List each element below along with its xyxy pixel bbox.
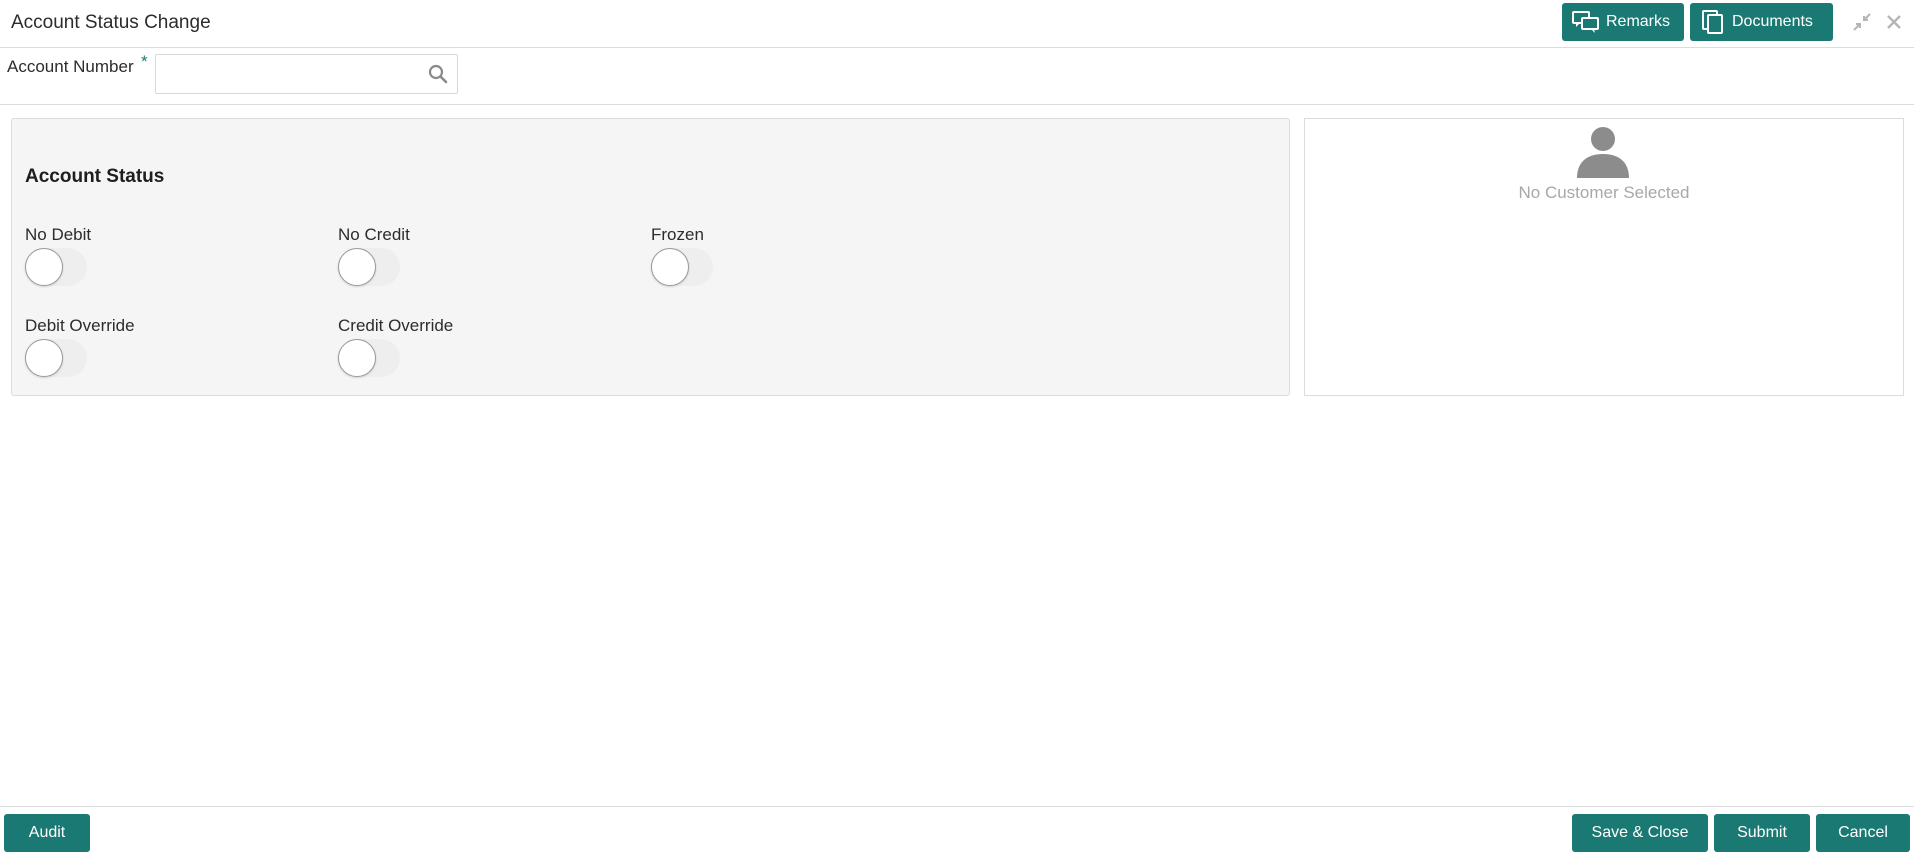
audit-button[interactable]: Audit (4, 814, 90, 852)
remarks-button[interactable]: Remarks (1562, 3, 1684, 41)
cancel-button[interactable]: Cancel (1816, 814, 1910, 852)
no-credit-toggle[interactable] (338, 248, 400, 286)
user-silhouette-icon (1577, 127, 1629, 178)
customer-panel: No Customer Selected (1304, 118, 1904, 396)
page-title: Account Status Change (11, 12, 211, 33)
debit-override-field: Debit Override (25, 316, 135, 377)
required-marker: * (141, 52, 148, 71)
no-debit-toggle[interactable] (25, 248, 87, 286)
footer-bar: Audit Save & Close Submit Cancel (0, 806, 1914, 854)
frozen-toggle[interactable] (651, 248, 713, 286)
toggle-knob (651, 248, 689, 286)
debit-override-toggle[interactable] (25, 339, 87, 377)
no-customer-text: No Customer Selected (1518, 183, 1690, 202)
chat-bubbles-icon (1572, 11, 1599, 33)
account-number-label: Account Number (7, 57, 134, 76)
toggle-knob (338, 248, 376, 286)
window-header: Account Status Change Remarks Documents (0, 0, 1914, 48)
no-debit-label: No Debit (25, 225, 92, 244)
account-status-title: Account Status (25, 166, 165, 187)
toggle-knob (25, 248, 63, 286)
account-status-panel: Account Status No Debit No Credit Frozen… (11, 118, 1290, 396)
documents-label: Documents (1732, 13, 1813, 30)
frozen-field: Frozen (651, 225, 713, 286)
collapse-arrows-icon[interactable] (1851, 11, 1873, 33)
frozen-label: Frozen (651, 225, 704, 244)
toggle-knob (338, 339, 376, 377)
debit-override-label: Debit Override (25, 316, 135, 335)
account-number-row: Account Number * (0, 48, 1914, 105)
submit-button[interactable]: Submit (1714, 814, 1810, 852)
credit-override-toggle[interactable] (338, 339, 400, 377)
close-icon[interactable] (1883, 11, 1905, 33)
no-debit-field: No Debit (25, 225, 92, 286)
credit-override-field: Credit Override (338, 316, 454, 377)
no-credit-label: No Credit (338, 225, 410, 244)
toggle-knob (25, 339, 63, 377)
documents-icon (1702, 10, 1723, 34)
account-number-field (155, 54, 458, 94)
remarks-label: Remarks (1606, 13, 1671, 30)
documents-button[interactable]: Documents (1690, 3, 1833, 41)
no-credit-field: No Credit (338, 225, 410, 286)
save-close-button[interactable]: Save & Close (1572, 814, 1708, 852)
credit-override-label: Credit Override (338, 316, 454, 335)
search-icon[interactable] (427, 63, 449, 85)
account-number-input[interactable] (156, 55, 411, 93)
